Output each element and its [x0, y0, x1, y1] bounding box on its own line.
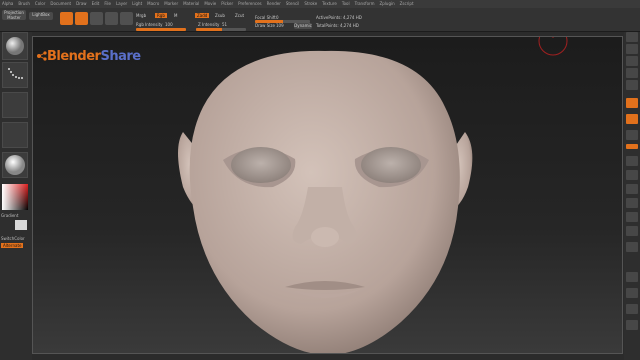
mrgb-toggle[interactable]: Mrgb	[136, 13, 146, 18]
canvas-viewport[interactable]: BlenderShare	[32, 36, 623, 354]
bottom-tray	[32, 354, 624, 360]
m-toggle[interactable]: M	[174, 13, 177, 18]
z-intensity-slider[interactable]	[196, 28, 246, 31]
dots-stroke-icon	[8, 68, 23, 79]
menu-item[interactable]: Document	[50, 0, 71, 8]
left-shelf: Gradient SwitchColor Alternate	[0, 32, 32, 360]
draw-size-value: 109	[276, 23, 284, 28]
rotate-icon[interactable]	[626, 226, 638, 236]
menu-item[interactable]: Preferences	[238, 0, 262, 8]
menu-item[interactable]: Alpha	[2, 0, 13, 8]
menu-item[interactable]: Picker	[221, 0, 233, 8]
dynamic-persp-icon[interactable]	[626, 114, 638, 124]
rotate-button[interactable]	[120, 12, 133, 25]
dynamic-button[interactable]: Dynamic	[294, 23, 312, 29]
menu-item[interactable]: Brush	[18, 0, 30, 8]
lightbox-button[interactable]: LightBox	[29, 12, 53, 20]
transp-icon[interactable]	[626, 272, 638, 282]
menu-item[interactable]: Color	[35, 0, 45, 8]
aahalf-icon[interactable]	[626, 98, 638, 108]
local-icon[interactable]	[626, 156, 638, 166]
xpose-icon[interactable]	[626, 320, 638, 330]
spix-icon[interactable]	[626, 44, 638, 54]
rgb-intensity-value: 100	[165, 22, 173, 27]
texture-thumbnail[interactable]	[2, 122, 28, 148]
zsub-toggle[interactable]: Zsub	[215, 13, 225, 18]
menu-item[interactable]: Marker	[164, 0, 178, 8]
menu-item[interactable]: Stroke	[304, 0, 317, 8]
menu-item[interactable]: Texture	[322, 0, 337, 8]
right-shelf	[624, 32, 640, 360]
alpha-thumbnail[interactable]	[2, 92, 28, 118]
gradient-label[interactable]: Gradient	[1, 213, 18, 218]
z-intensity-value: 51	[222, 22, 228, 27]
main-color-swatch[interactable]	[15, 220, 27, 230]
menu-item[interactable]: File	[104, 0, 111, 8]
scale-icon[interactable]	[626, 212, 638, 222]
menu-item[interactable]: Zscript	[400, 0, 414, 8]
linefill-icon[interactable]	[626, 242, 638, 252]
sculpted-head-model	[178, 50, 473, 353]
menu-item[interactable]: Transform	[355, 0, 375, 8]
z-intensity-label: Z Intensity	[198, 22, 220, 27]
stroke-thumbnail[interactable]	[2, 62, 28, 88]
persp-icon[interactable]	[626, 130, 638, 140]
rgb-intensity-slider[interactable]	[136, 28, 186, 31]
menu-item[interactable]: Draw	[76, 0, 86, 8]
draw-button[interactable]	[75, 12, 88, 25]
alternate-button[interactable]: Alternate	[1, 243, 24, 248]
floor-icon[interactable]	[626, 144, 638, 149]
projection-master-button[interactable]: Projection Master	[2, 10, 26, 20]
actual-icon[interactable]	[626, 80, 638, 90]
active-points-readout: ActivePoints: 4,274 HD	[316, 15, 362, 20]
rgb-intensity-label: Rgb Intensity	[136, 22, 163, 27]
edit-button[interactable]	[60, 12, 73, 25]
move-button[interactable]	[90, 12, 103, 25]
brush-sphere-icon	[6, 37, 24, 55]
main-menu-bar: Alpha Brush Color Document Draw Edit File Layer…	[0, 0, 640, 8]
menu-item[interactable]: Render	[267, 0, 281, 8]
material-sphere-icon	[5, 155, 25, 175]
bpr-icon[interactable]	[626, 32, 638, 42]
menu-item[interactable]: Light	[132, 0, 142, 8]
color-picker[interactable]	[2, 184, 28, 210]
draw-size-label: Draw Size	[255, 23, 275, 28]
frame-icon[interactable]	[626, 184, 638, 194]
menu-item[interactable]: Macro	[147, 0, 159, 8]
menu-item[interactable]: Edit	[92, 0, 100, 8]
top-toolbar: Projection Master LightBox Mrgb Rgb M Rg…	[0, 8, 640, 32]
menu-item[interactable]: Material	[183, 0, 199, 8]
material-thumbnail[interactable]	[2, 152, 28, 178]
menu-item[interactable]: Layer	[116, 0, 127, 8]
zoom-icon[interactable]	[626, 68, 638, 78]
move-icon[interactable]	[626, 198, 638, 208]
scale-button[interactable]	[105, 12, 118, 25]
zcut-toggle[interactable]: Zcut	[235, 13, 244, 18]
brush-thumbnail[interactable]	[2, 32, 28, 60]
switchcolor-label[interactable]: SwitchColor	[1, 236, 25, 241]
menu-item[interactable]: Zplugin	[380, 0, 395, 8]
menu-item[interactable]: Movie	[204, 0, 216, 8]
menu-item[interactable]: Tool	[342, 0, 350, 8]
lsym-icon[interactable]	[626, 170, 638, 180]
solo-icon[interactable]	[626, 304, 638, 314]
rgb-toggle[interactable]: Rgb	[155, 13, 167, 18]
ghost-icon[interactable]	[626, 288, 638, 298]
total-points-readout: TotalPoints: 4,274 HD	[316, 23, 359, 28]
menu-item[interactable]: Stencil	[286, 0, 300, 8]
zadd-toggle[interactable]: Zadd	[195, 13, 210, 18]
scroll-icon[interactable]	[626, 56, 638, 66]
